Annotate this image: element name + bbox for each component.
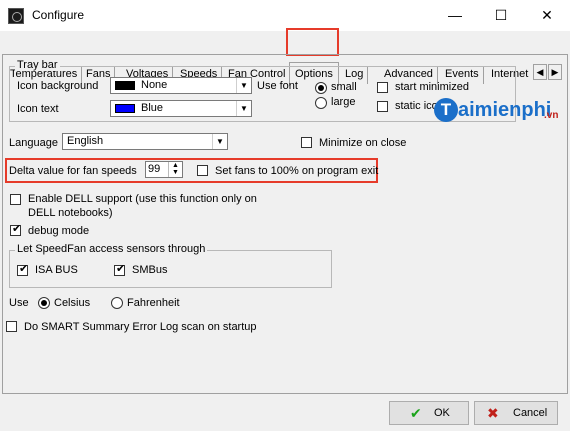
tab-strip: Temperatures Fans Voltages Speeds Fan Co… <box>0 31 570 86</box>
static-icon-label: static ico <box>395 100 438 112</box>
chevron-down-icon[interactable]: ▼ <box>236 101 251 116</box>
check-icon: ✔ <box>116 263 126 275</box>
units-label: Use <box>9 297 29 309</box>
minimize-on-close-checkbox[interactable] <box>301 137 312 148</box>
cancel-label: Cancel <box>513 407 548 419</box>
icon-text-select[interactable]: Blue ▼ <box>110 100 252 117</box>
close-button[interactable]: ✕ <box>524 0 570 31</box>
set-fans-100-label: Set fans to 100% on program exit <box>215 165 379 177</box>
brand-watermark-suffix: .vn <box>544 110 559 121</box>
delta-stepper[interactable]: 99 ▲ ▼ <box>145 161 183 178</box>
app-icon <box>8 8 24 24</box>
isa-bus-checkbox[interactable]: ✔ <box>17 263 29 276</box>
language-select[interactable]: English ▼ <box>62 133 228 150</box>
title-bar: Configure — ☐ ✕ <box>0 0 570 31</box>
spin-arrows-icon[interactable]: ▲ ▼ <box>168 162 182 177</box>
brand-logo-icon: T <box>434 98 458 122</box>
delta-value: 99 <box>148 163 161 175</box>
minimize-on-close-label: Minimize on close <box>319 137 407 149</box>
debug-mode-label: debug mode <box>28 225 90 237</box>
static-icon-checkbox[interactable] <box>377 101 388 112</box>
fahrenheit-label: Fahrenheit <box>127 297 180 309</box>
icon-background-label: Icon background <box>17 80 99 92</box>
ok-check-icon: ✔ <box>410 405 422 421</box>
ok-label: OK <box>434 407 450 419</box>
icon-background-select[interactable]: None ▼ <box>110 77 252 94</box>
fahrenheit-radio[interactable] <box>111 297 123 309</box>
debug-mode-checkbox[interactable]: ✔ <box>10 223 22 236</box>
icon-text-swatch <box>115 104 135 113</box>
check-icon: ✔ <box>19 263 29 275</box>
brand-watermark: aimienphi <box>458 99 552 121</box>
chevron-down-icon[interactable]: ▼ <box>236 78 251 93</box>
use-font-label: Use font <box>257 80 298 92</box>
minimize-button[interactable]: — <box>432 0 478 31</box>
language-value: English <box>67 135 104 147</box>
smbus-checkbox[interactable]: ✔ <box>114 263 126 276</box>
maximize-button[interactable]: ☐ <box>478 0 524 31</box>
isa-bus-label: ISA BUS <box>35 264 78 276</box>
cancel-x-icon: ✖ <box>487 405 499 421</box>
window-title: Configure <box>32 8 85 22</box>
celsius-label: Celsius <box>54 297 91 309</box>
chevron-down-icon[interactable]: ▼ <box>212 134 227 149</box>
font-large-radio[interactable] <box>315 97 327 109</box>
check-icon: ✔ <box>12 223 22 235</box>
smart-scan-label: Do SMART Summary Error Log scan on start… <box>24 321 257 333</box>
icon-background-value: None <box>141 79 168 91</box>
dell-support-checkbox[interactable] <box>10 194 21 205</box>
start-minimized-label: start minimized <box>395 81 469 93</box>
smbus-label: SMBus <box>132 264 168 276</box>
ok-button[interactable]: ✔ OK <box>389 401 469 425</box>
set-fans-100-checkbox[interactable] <box>197 165 208 176</box>
font-large-label: large <box>331 96 356 108</box>
start-minimized-checkbox[interactable] <box>377 82 388 93</box>
cancel-button[interactable]: ✖ Cancel <box>474 401 558 425</box>
smart-scan-checkbox[interactable] <box>6 321 17 332</box>
options-tab-highlight <box>286 28 339 56</box>
tray-bar-group-label: Tray bar <box>15 59 60 71</box>
font-small-label: small <box>331 81 357 93</box>
celsius-radio[interactable] <box>38 297 50 309</box>
dell-support-label-line2: DELL notebooks) <box>28 207 113 219</box>
language-label: Language <box>9 137 58 149</box>
font-small-radio[interactable] <box>315 82 327 94</box>
icon-text-value: Blue <box>141 102 164 114</box>
delta-label: Delta value for fan speeds <box>9 165 137 177</box>
icon-text-label: Icon text <box>17 103 59 115</box>
sensors-group-label: Let SpeedFan access sensors through <box>15 243 208 255</box>
dell-support-label-line1: Enable DELL support (use this function o… <box>28 193 257 205</box>
icon-background-swatch <box>115 81 135 90</box>
